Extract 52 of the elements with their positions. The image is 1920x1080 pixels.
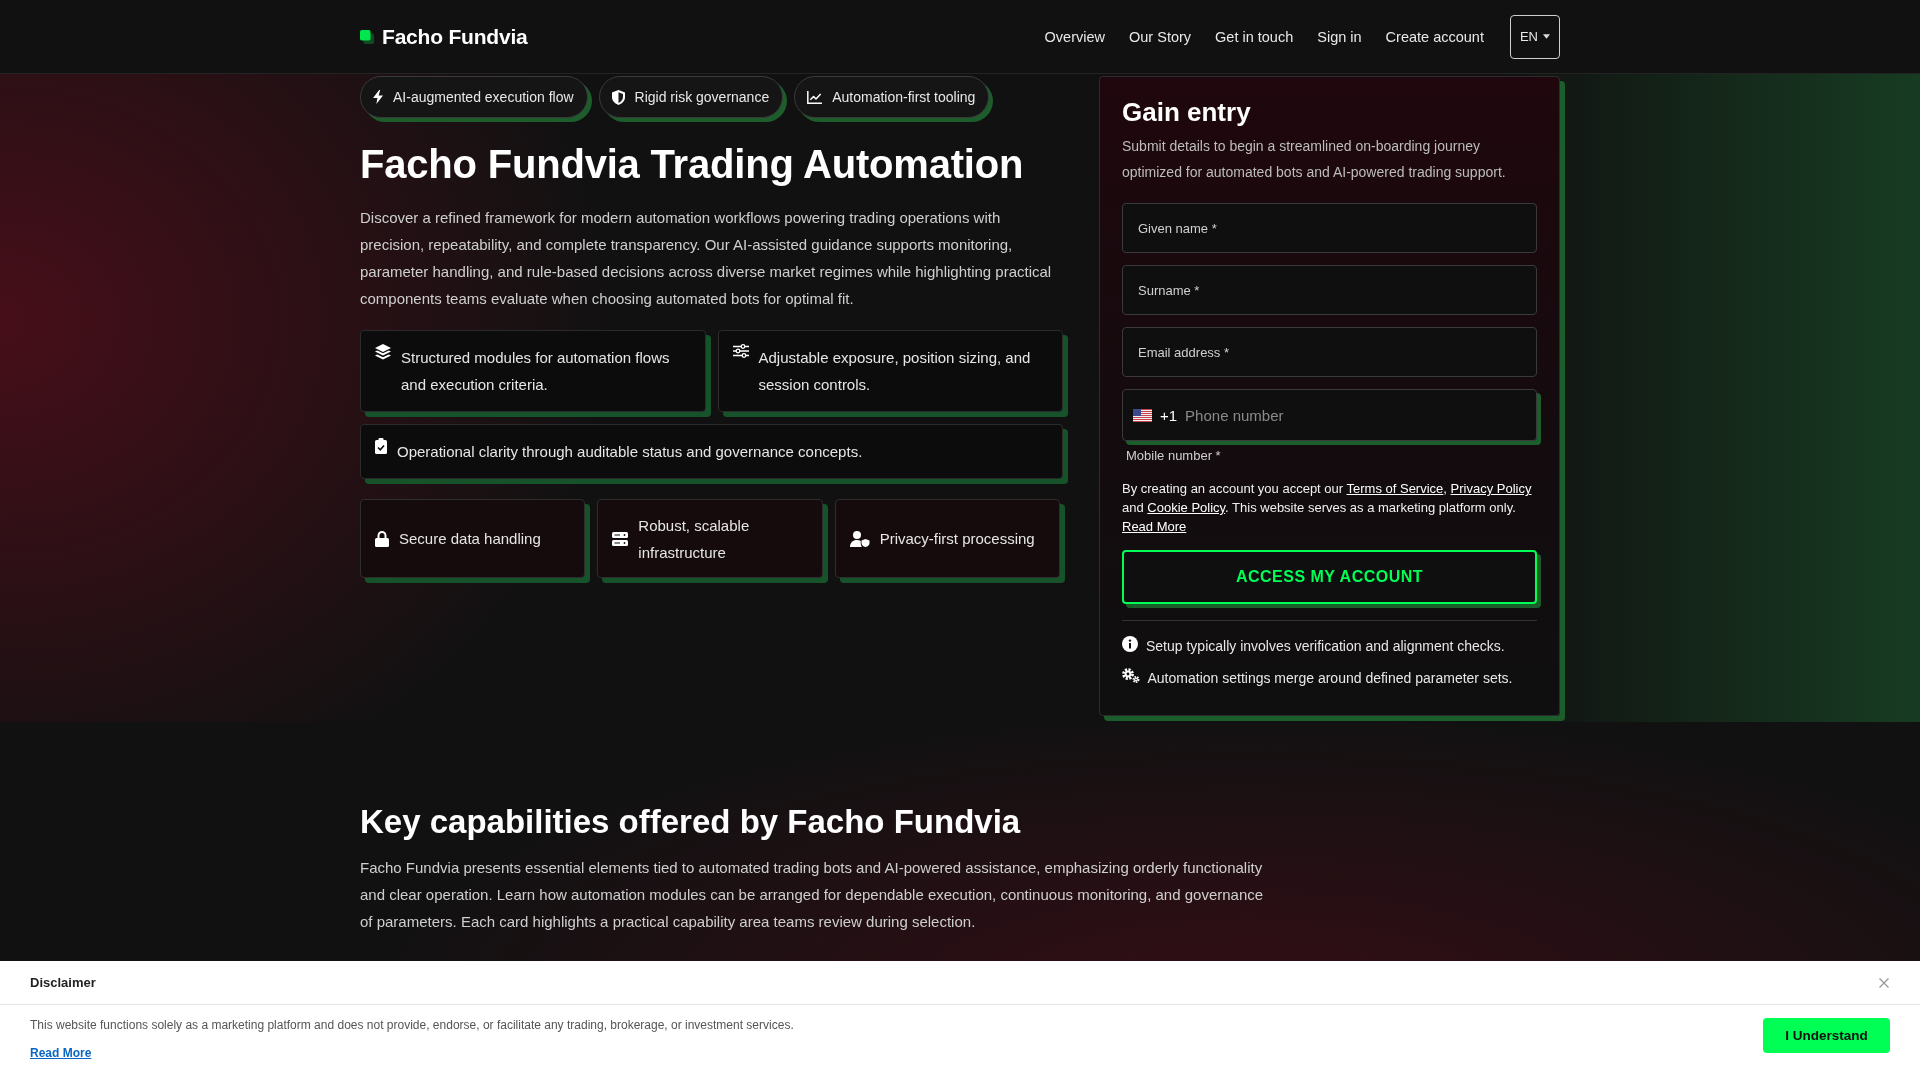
input-field[interactable]: Email address * (1122, 327, 1537, 377)
server-icon (612, 531, 629, 546)
policy-link[interactable]: Read More (1122, 519, 1187, 534)
logo-icon (360, 29, 374, 44)
user-shield-icon (849, 530, 870, 547)
nav-link[interactable]: Get in touch (1215, 28, 1294, 45)
disclaimer-title: Disclaimer (30, 975, 96, 990)
highlight-text: Privacy-first processing (879, 529, 1035, 549)
flag-icon (1133, 408, 1152, 422)
disclaimer-text: This website functions solely as a marketing platform and does not provide, endorse, or facilitate any trading, brokerage, or investment services. (30, 1017, 794, 1033)
layers-icon (375, 344, 391, 360)
chip-label: AI-augmented execution flow (393, 89, 574, 105)
gears-icon (1122, 668, 1140, 683)
nav-link[interactable]: Our Story (1129, 28, 1192, 45)
hero-description: Discover a refined framework for modern automation workflows powering trading operations with precision, repeatability, and complete transparency. Our AI-assisted guidance supports monitoring, parameter handling, and rule-based decisions across diverse market regimes while highlighting practical components teams evaluate when choosing automated bots for optimal fit. (360, 208, 1053, 309)
lock-icon (375, 530, 389, 547)
highlight-text: Secure data handling (399, 529, 541, 549)
bolt-icon (373, 90, 383, 104)
section-description: Facho Fundvia presents essential elements tied to automated trading bots and AI-powered assistance, emphasizing orderly functionality and clear operation. Learn how automation modules can be arranged for dependable execution, continuous monitoring, and governance of parameters. Each card highlights a practical capability area teams review during selection. (360, 858, 1265, 932)
feature-text: Adjustable exposure, position sizing, and session controls. (758, 348, 1032, 395)
hero-title: Facho Fundvia Trading Automation (360, 141, 1025, 188)
input-field[interactable]: Surname * (1122, 265, 1537, 315)
understand-button[interactable]: I Understand (1763, 1018, 1890, 1053)
read-more-link[interactable]: Read More (30, 1046, 92, 1060)
chip-label: Rigid risk governance (634, 89, 770, 105)
sliders-icon (732, 344, 749, 358)
nav-link[interactable]: Create account (1385, 28, 1484, 45)
feature-text: Structured modules for automation flows and execution criteria. (401, 348, 671, 395)
language-button[interactable]: EN (1509, 14, 1560, 59)
close-icon (1879, 977, 1889, 988)
consent-text: By creating an account you accept our Terms of Service, Privacy Policy and Cookie Policy. This website serves as a marketing platform only. Read More (1122, 480, 1533, 536)
shield-icon (611, 89, 625, 105)
section-title: Key capabilities offered by Facho Fundvia (360, 802, 1022, 842)
note-text: Setup typically involves verification and alignment checks. (1146, 637, 1505, 656)
phone-input[interactable]: Phone number (1185, 406, 1526, 424)
note-text: Automation settings merge around defined parameter sets. (1147, 669, 1513, 688)
input-field[interactable]: Given name * (1122, 203, 1537, 253)
field-label: Mobile number * (1126, 447, 1222, 465)
nav-link[interactable]: Sign in (1317, 28, 1362, 45)
nav-link[interactable]: Overview (1044, 28, 1105, 45)
form-title: Gain entry (1122, 96, 1252, 129)
caret-icon (1543, 34, 1550, 39)
clipboard-check-icon (375, 438, 387, 454)
brand-name[interactable]: Facho Fundvia (382, 24, 528, 49)
highlight-text: Robust, scalable infrastructure (638, 515, 751, 563)
chip-label: Automation-first tooling (832, 89, 976, 105)
dial-code: +1 (1160, 406, 1178, 424)
form-subtitle: Submit details to begin a streamlined on-boarding journey optimized for automated bots and AI-powered trading support. (1122, 137, 1507, 182)
feature-text: Operational clarity through auditable status and governance concepts. (397, 442, 863, 462)
info-icon (1122, 636, 1138, 652)
line-chart-icon (807, 90, 823, 104)
policy-link[interactable]: Privacy Policy (1450, 481, 1532, 496)
